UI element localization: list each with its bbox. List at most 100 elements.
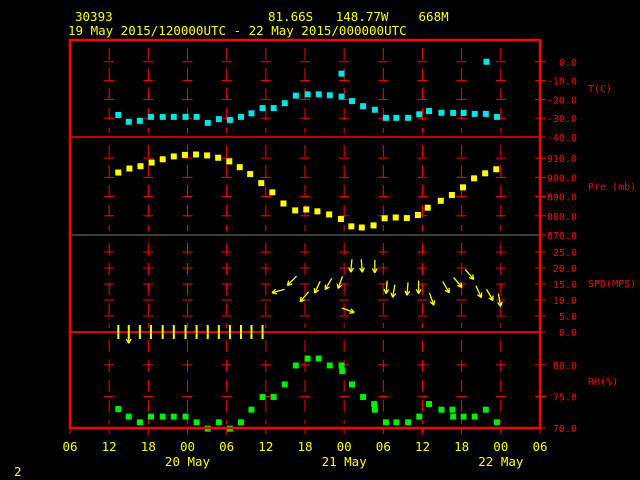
x-tick-label: 06 (376, 439, 391, 454)
pressure-point (459, 184, 466, 191)
wind-arrow (324, 278, 333, 291)
wind-arrow-head (390, 292, 394, 298)
temperature-point (393, 114, 400, 121)
rh-point (248, 406, 255, 413)
date-label: 20 May (165, 454, 211, 469)
wind-arrow (348, 259, 355, 273)
temperature-point (315, 91, 322, 98)
x-tick-label: 06 (532, 439, 547, 454)
rh-point (326, 362, 333, 369)
pressure-point (115, 169, 122, 176)
y-tick-label: 0.0 (559, 328, 577, 339)
pressure-point (280, 200, 287, 207)
x-tick-label: 18 (297, 439, 312, 454)
y-tick-label: 910.0 (547, 154, 577, 165)
temperature-point (182, 113, 189, 120)
pressure-point (471, 175, 478, 182)
temperature-point (338, 70, 345, 77)
y-tick-label: 70.0 (553, 424, 577, 435)
y-tick-label: -30.0 (547, 114, 577, 125)
panel-title-temperature: T(C) (588, 84, 612, 95)
temperature-point (371, 106, 378, 113)
y-tick-label: 870.0 (547, 231, 577, 242)
x-tick-label: 12 (415, 439, 430, 454)
temperature-point (204, 119, 211, 126)
pressure-point (358, 224, 365, 231)
y-tick-label: -20.0 (547, 95, 577, 106)
pressure-point (126, 165, 133, 172)
rh-point (349, 381, 355, 388)
rh-point (182, 413, 189, 420)
pressure-point (192, 151, 199, 158)
temperature-point (292, 92, 299, 99)
temperature-point (382, 114, 389, 121)
rh-point (449, 406, 456, 413)
y-tick-label: 75.0 (553, 392, 577, 403)
temperature-point (349, 98, 355, 105)
rh-point (393, 419, 400, 426)
pressure-point (403, 215, 410, 222)
rh-point (426, 401, 433, 407)
temperature-point (483, 58, 490, 65)
pressure-point (303, 206, 310, 213)
rh-point (136, 419, 143, 426)
pressure-point (181, 151, 188, 158)
pressure-point (370, 222, 377, 229)
temperature-point (281, 100, 288, 107)
y-tick-label: 80.0 (553, 361, 577, 372)
temperature-point (405, 114, 412, 121)
pressure-point (137, 163, 144, 170)
x-tick-label: 00 (493, 439, 508, 454)
temperature-point (170, 113, 177, 120)
rh-point (315, 355, 322, 362)
y-tick-label: 15.0 (553, 280, 577, 291)
rh-point (215, 419, 222, 426)
pressure-point (159, 156, 166, 163)
temperature-point (259, 105, 266, 112)
pressure-point (314, 208, 321, 215)
rh-point (460, 413, 467, 420)
panel-title-rh: RH(%) (588, 377, 618, 388)
rh-point (360, 394, 367, 401)
pressure-point (448, 192, 455, 199)
pressure-point (292, 207, 299, 214)
x-tick-label: 12 (258, 439, 273, 454)
wind-arrow (286, 275, 298, 286)
rh-point (238, 419, 245, 426)
temperature-point (125, 118, 132, 125)
pressure-point (337, 216, 344, 223)
rh-point (382, 419, 389, 426)
temperature-point (238, 113, 245, 120)
temperature-point (360, 103, 367, 110)
y-tick-label: 880.0 (547, 212, 577, 223)
x-tick-label: 12 (102, 439, 117, 454)
temperature-point (248, 110, 255, 117)
pressure-point (414, 212, 421, 219)
y-tick-label: 5.0 (559, 312, 577, 323)
rh-point (416, 413, 423, 420)
wind-arrow (485, 288, 494, 302)
pressure-point (148, 159, 155, 166)
wind-arrow (464, 268, 475, 280)
station-location: 81.66S 148.77W 668M (268, 9, 449, 24)
pressure-point (226, 158, 233, 165)
y-tick-label: -40.0 (547, 133, 577, 144)
rh-point (147, 413, 154, 420)
rh-point (471, 413, 478, 420)
rh-point (450, 413, 457, 420)
temperature-point (215, 116, 222, 123)
temperature-point (159, 113, 166, 120)
y-tick-label: 890.0 (547, 193, 577, 204)
temperature-point (426, 108, 433, 115)
date-label: 21 May (322, 454, 368, 469)
y-tick-label: 25.0 (553, 248, 577, 259)
x-tick-label: 06 (62, 439, 77, 454)
rh-point (371, 401, 378, 407)
pressure-point (269, 189, 276, 196)
pressure-point (482, 170, 489, 177)
temperature-point (147, 113, 154, 120)
y-tick-label: 0.0 (559, 58, 577, 69)
pressure-point (493, 166, 500, 173)
y-tick-label: -10.0 (547, 77, 577, 88)
pressure-point (236, 164, 243, 171)
